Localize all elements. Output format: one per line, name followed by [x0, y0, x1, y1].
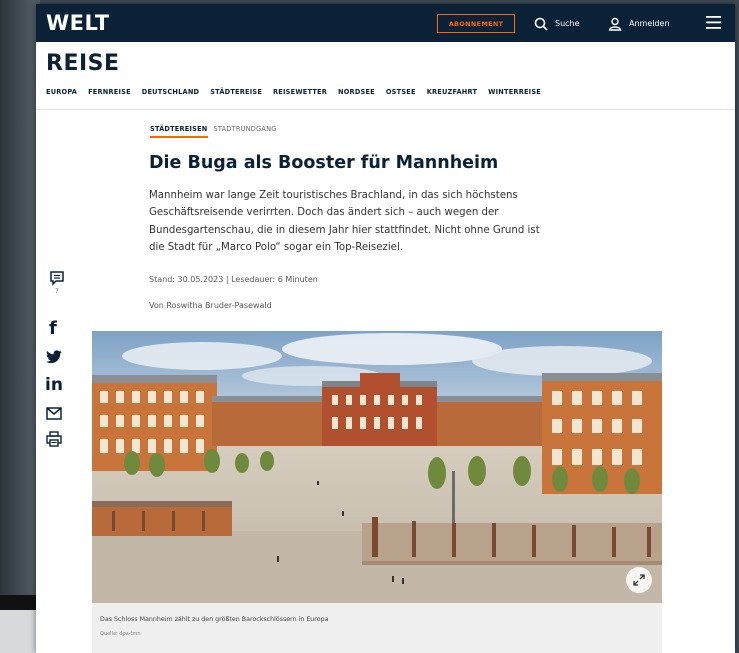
comment-count: 7	[54, 287, 60, 295]
nav-item-staedtereise[interactable]: STÄDTEREISE	[210, 88, 262, 102]
share-bar: 7 f in	[45, 270, 69, 447]
search-icon	[534, 17, 548, 31]
article-page: WELT ABONNEMENT Suche Anmelden REISE EUR…	[36, 4, 735, 653]
search-button[interactable]: Suche	[534, 14, 580, 33]
menu-icon[interactable]	[706, 16, 721, 29]
nav-item-reisewetter[interactable]: REISEWETTER	[273, 88, 327, 102]
nav-item-ostsee[interactable]: OSTSEE	[386, 88, 416, 102]
subscribe-button[interactable]: ABONNEMENT	[437, 14, 515, 33]
image-caption-box	[92, 603, 662, 653]
article-headline: Die Buga als Booster für Mannheim	[149, 153, 499, 173]
background-left	[0, 0, 40, 653]
image-caption: Das Schloss Mannheim zählt zu den größte…	[100, 616, 329, 623]
intro-line: Geschäftsreisende verirrten. Doch das än…	[149, 207, 499, 219]
nav-item-winterreise[interactable]: WINTERREISE	[488, 88, 541, 102]
article-author: Von Roswitha Bruder-Pasewald	[149, 301, 272, 310]
kicker-topic[interactable]: STÄDTEREISEN	[150, 125, 208, 138]
intro-line: Mannheim war lange Zeit touristisches Br…	[149, 190, 518, 201]
article-kicker: STÄDTEREISEN STADTRUNDGANG	[150, 125, 277, 138]
twitter-icon[interactable]	[46, 350, 62, 364]
welt-logo[interactable]: WELT	[46, 11, 110, 35]
kicker-subtopic[interactable]: STADTRUNDGANG	[214, 125, 277, 133]
intro-line: Bundesgartenschau, die in diesem Jahr hi…	[149, 224, 540, 236]
section-nav: EUROPA FERNREISE DEUTSCHLAND STÄDTEREISE…	[46, 88, 552, 102]
expand-image-button[interactable]	[626, 567, 652, 593]
user-icon	[608, 17, 622, 31]
nav-item-nordsee[interactable]: NORDSEE	[338, 88, 375, 102]
image-source: Quelle: dpa-tmn	[100, 631, 141, 637]
nav-item-fernreise[interactable]: FERNREISE	[88, 88, 131, 102]
article-hero-image[interactable]	[92, 331, 662, 603]
facebook-icon[interactable]: f	[49, 318, 57, 339]
nav-divider	[36, 109, 735, 110]
login-label: Anmelden	[629, 19, 670, 28]
section-title[interactable]: REISE	[46, 51, 120, 76]
mail-icon[interactable]	[46, 407, 62, 420]
nav-item-kreuzfahrt[interactable]: KREUZFAHRT	[427, 88, 477, 102]
search-label: Suche	[555, 19, 580, 28]
palace-illustration	[92, 331, 662, 603]
top-navigation-bar: WELT ABONNEMENT Suche Anmelden	[36, 4, 735, 42]
login-button[interactable]: Anmelden	[608, 14, 670, 33]
intro-line: die Stadt für „Marco Polo“ sogar ein Top…	[149, 241, 404, 253]
print-icon[interactable]	[46, 431, 62, 447]
linkedin-icon[interactable]: in	[45, 375, 63, 395]
article-intro: Mannheim war lange Zeit touristisches Br…	[149, 187, 594, 256]
article-meta: Stand: 30.05.2023 | Lesedauer: 6 Minuten	[149, 275, 318, 284]
expand-icon	[633, 574, 645, 586]
comments-button[interactable]: 7	[45, 270, 69, 295]
nav-item-europa[interactable]: EUROPA	[46, 88, 77, 102]
comment-icon	[50, 271, 64, 286]
nav-item-deutschland[interactable]: DEUTSCHLAND	[142, 88, 199, 102]
